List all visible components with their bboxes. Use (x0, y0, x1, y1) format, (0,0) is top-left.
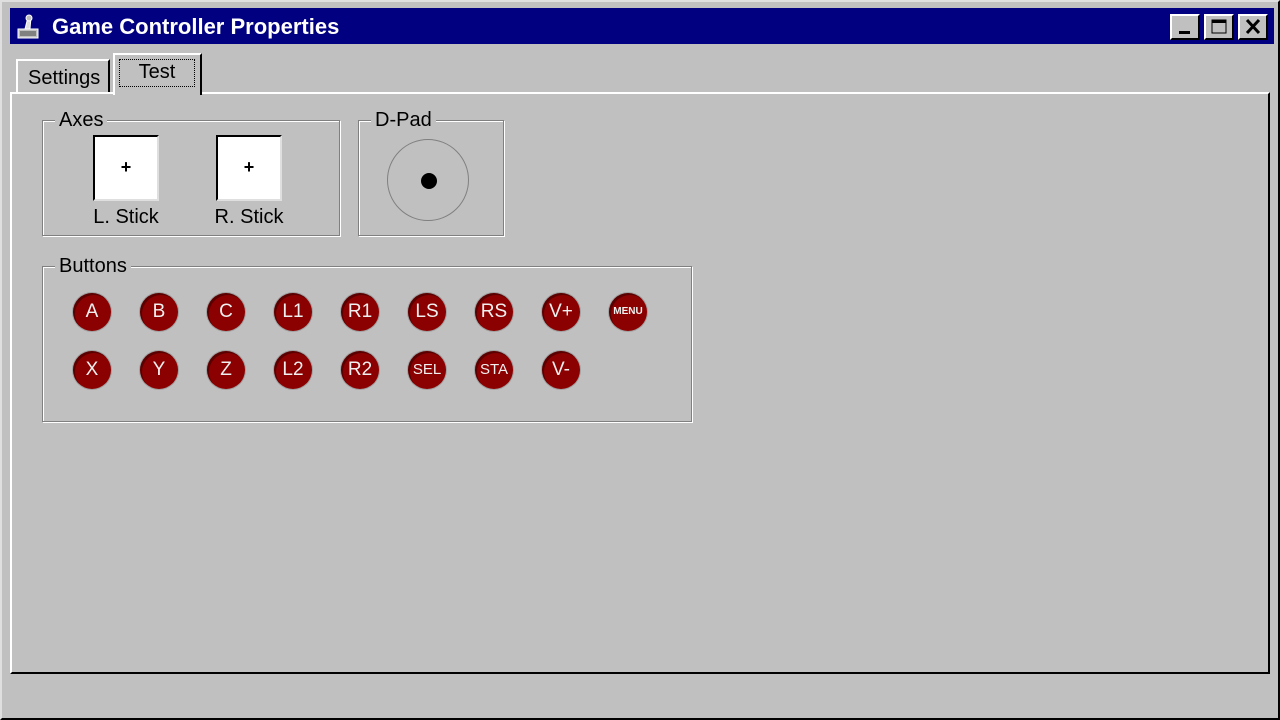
button-r1-indicator: R1 (341, 293, 379, 331)
left-stick-area: + (93, 135, 159, 201)
button-ls-indicator: LS (408, 293, 446, 331)
maximize-icon (1211, 19, 1227, 34)
button-start-indicator: STA (475, 351, 513, 389)
button-a-indicator: A (73, 293, 111, 331)
tab-settings-label: Settings (28, 67, 101, 89)
buttons-group: Buttons A B C L1 R1 LS RS V+ MENU X Y Z … (42, 254, 692, 422)
close-icon (1245, 18, 1261, 35)
button-b-indicator: B (140, 293, 178, 331)
button-y-indicator: Y (140, 351, 178, 389)
right-stick-label: R. Stick (214, 206, 284, 228)
button-select-indicator: SEL (408, 351, 446, 389)
game-controller-icon (17, 14, 39, 39)
close-button[interactable] (1238, 14, 1268, 40)
minimize-icon (1179, 31, 1190, 34)
dpad-group: D-Pad (358, 108, 504, 236)
button-l2-indicator: L2 (274, 351, 312, 389)
button-rs-indicator: RS (475, 293, 513, 331)
right-stick-area: + (216, 135, 282, 201)
left-stick-label: L. Stick (93, 206, 159, 228)
button-vol-up-indicator: V+ (542, 293, 580, 331)
maximize-button[interactable] (1204, 14, 1234, 40)
dpad-position-dot (421, 173, 437, 189)
button-z-indicator: Z (207, 351, 245, 389)
right-stick-marker: + (243, 157, 255, 177)
tab-test[interactable]: Test (113, 53, 202, 95)
dpad-group-label: D-Pad (371, 108, 436, 132)
left-stick-marker: + (120, 157, 132, 177)
dpad-indicator (387, 139, 469, 221)
axes-group: Axes + L. Stick + R. Stick (42, 108, 340, 236)
minimize-button[interactable] (1170, 14, 1200, 40)
tab-test-label: Test (119, 59, 195, 87)
window-title: Game Controller Properties (52, 14, 340, 39)
button-x-indicator: X (73, 351, 111, 389)
buttons-group-label: Buttons (55, 254, 131, 278)
title-bar[interactable]: Game Controller Properties (10, 8, 1274, 44)
axes-group-label: Axes (55, 108, 108, 132)
button-l1-indicator: L1 (274, 293, 312, 331)
button-menu-indicator: MENU (609, 293, 647, 331)
button-vol-down-indicator: V- (542, 351, 580, 389)
test-tab-panel: Axes + L. Stick + R. Stick D-Pad Buttons… (10, 92, 1270, 674)
tab-settings[interactable]: Settings (16, 59, 110, 93)
button-r2-indicator: R2 (341, 351, 379, 389)
properties-window: Game Controller Properties Settings Test… (0, 0, 1280, 720)
button-c-indicator: C (207, 293, 245, 331)
